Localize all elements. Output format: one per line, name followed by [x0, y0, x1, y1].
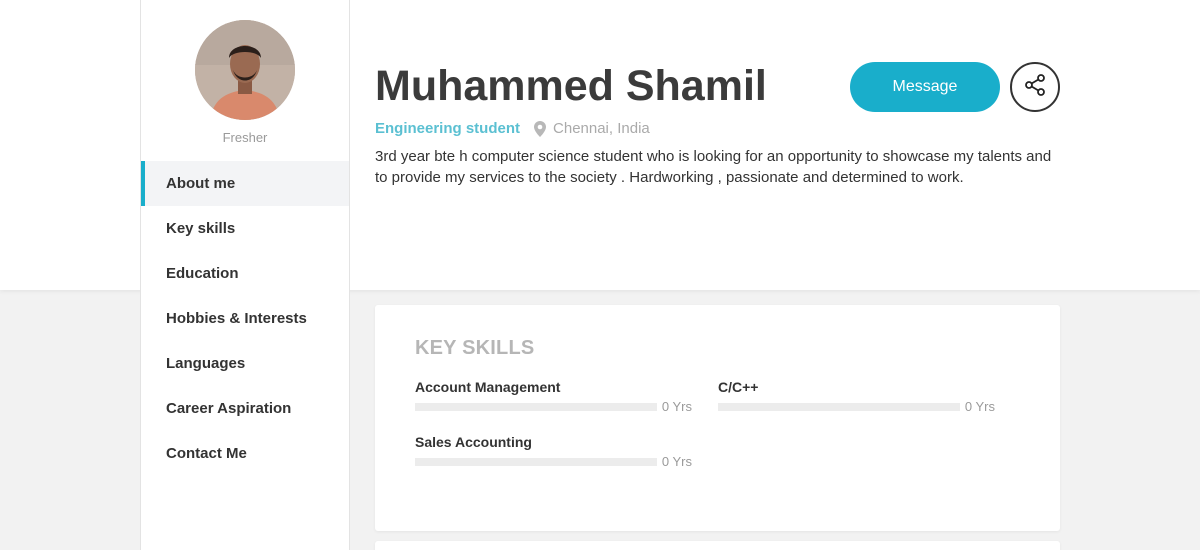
skill-item: C/C++ 0 Yrs: [718, 379, 995, 414]
sidebar-item-about-me[interactable]: About me: [141, 161, 349, 206]
sidebar-item-key-skills[interactable]: Key skills: [141, 206, 349, 251]
skill-item: Account Management 0 Yrs: [415, 379, 692, 414]
sidebar-item-contact-me[interactable]: Contact Me: [141, 431, 349, 476]
skill-years: 0 Yrs: [661, 399, 692, 414]
profile-role: Engineering student: [375, 120, 521, 137]
profile-meta: Engineering student Chennai, India: [375, 120, 650, 137]
sidebar-item-hobbies-interests[interactable]: Hobbies & Interests: [141, 296, 349, 341]
experience-level: Fresher: [222, 130, 268, 145]
message-button[interactable]: Message: [850, 62, 1000, 112]
skill-years: 0 Yrs: [661, 454, 692, 469]
skill-progress-bar: [415, 457, 657, 466]
share-button[interactable]: [1010, 62, 1060, 112]
share-icon: [1023, 73, 1047, 102]
sidebar-item-education[interactable]: Education: [141, 251, 349, 296]
skill-progress-bar: [718, 402, 960, 411]
sidebar-nav: About me Key skills Education Hobbies & …: [141, 161, 349, 476]
profile-bio: 3rd year bte h computer science student …: [375, 148, 1052, 186]
profile-header: Muhammed Shamil Engineering student Chen…: [375, 0, 1065, 290]
avatar: [195, 20, 295, 120]
skill-name: Sales Accounting: [415, 434, 532, 450]
next-section-card: [375, 541, 1060, 550]
skill-years: 0 Yrs: [964, 399, 995, 414]
sidebar-item-career-aspiration[interactable]: Career Aspiration: [141, 386, 349, 431]
skill-progress-bar: [415, 402, 657, 411]
skills-grid: Account Management 0 Yrs C/C++ 0 Yrs Sal…: [415, 379, 1020, 469]
profile-name: Muhammed Shamil: [375, 62, 767, 110]
key-skills-title: KEY SKILLS: [415, 337, 535, 359]
skill-name: Account Management: [415, 379, 561, 395]
skill-name: C/C++: [718, 379, 759, 395]
profile-sidebar: Fresher About me Key skills Education Ho…: [140, 0, 350, 550]
skill-item: Sales Accounting 0 Yrs: [415, 434, 692, 469]
profile-location: Chennai, India: [553, 120, 650, 137]
key-skills-card: KEY SKILLS Account Management 0 Yrs C/C+…: [375, 305, 1060, 531]
location-pin-icon: [534, 120, 547, 137]
sidebar-item-languages[interactable]: Languages: [141, 341, 349, 386]
